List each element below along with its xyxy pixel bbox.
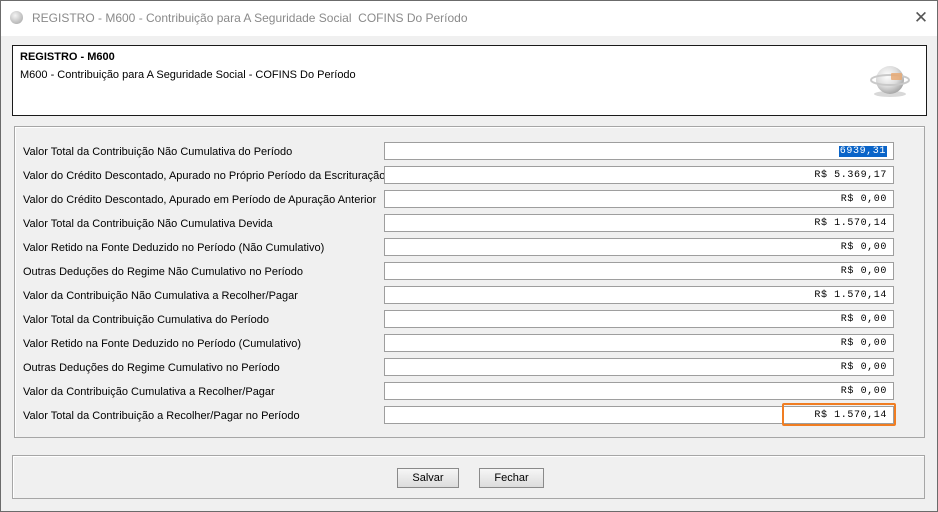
field-input-outras-deducoes-cumulativo[interactable]: R$ 0,00 [384, 358, 894, 376]
field-input-retido-fonte-cumulativo[interactable]: R$ 0,00 [384, 334, 894, 352]
field-row-retido-fonte-cumulativo: Valor Retido na Fonte Deduzido no Períod… [15, 334, 924, 354]
register-description: M600 - Contribuição para A Seguridade So… [20, 69, 356, 81]
field-input-nao-cumulativa-devida[interactable]: R$ 1.570,14 [384, 214, 894, 232]
field-label: Valor Total da Contribuição a Recolher/P… [23, 410, 300, 422]
field-row-nao-cumulativa-devida: Valor Total da Contribuição Não Cumulati… [15, 214, 924, 234]
field-input-credito-periodo-anterior[interactable]: R$ 0,00 [384, 190, 894, 208]
field-label: Outras Deduções do Regime Cumulativo no … [23, 362, 280, 374]
header-panel: REGISTRO - M600 M600 - Contribuição para… [12, 45, 927, 116]
field-label: Valor Total da Contribuição Não Cumulati… [23, 218, 273, 230]
field-row-retido-fonte-nao-cumulativo: Valor Retido na Fonte Deduzido no Períod… [15, 238, 924, 258]
field-input-credito-proprio-periodo[interactable]: R$ 5.369,17 [384, 166, 894, 184]
field-row-total-nao-cumulativa: Valor Total da Contribuição Não Cumulati… [15, 142, 924, 162]
register-code: REGISTRO - M600 [20, 51, 115, 63]
field-label: Valor da Contribuição Não Cumulativa a R… [23, 290, 298, 302]
globe-logo-icon [870, 66, 910, 97]
field-input-cumulativa-recolher[interactable]: R$ 0,00 [384, 382, 894, 400]
field-row-outras-deducoes-nao-cumulativo: Outras Deduções do Regime Não Cumulativo… [15, 262, 924, 282]
registro-m600-window: REGISTRO - M600 - Contribuição para A Se… [0, 0, 938, 512]
field-label: Valor do Crédito Descontado, Apurado no … [23, 170, 386, 182]
field-label: Valor Retido na Fonte Deduzido no Períod… [23, 242, 325, 254]
window-title: REGISTRO - M600 - Contribuição para A Se… [32, 11, 468, 25]
field-row-total-recolher-periodo: Valor Total da Contribuição a Recolher/P… [15, 403, 924, 426]
field-row-outras-deducoes-cumulativo: Outras Deduções do Regime Cumulativo no … [15, 358, 924, 378]
field-input-total-cumulativa[interactable]: R$ 0,00 [384, 310, 894, 328]
field-input-nao-cumulativa-recolher[interactable]: R$ 1.570,14 [384, 286, 894, 304]
close-button[interactable]: Fechar [479, 468, 544, 488]
field-label: Valor Total da Contribuição Cumulativa d… [23, 314, 270, 326]
field-row-cumulativa-recolher: Valor da Contribuição Cumulativa a Recol… [15, 382, 924, 402]
field-row-total-cumulativa: Valor Total da Contribuição Cumulativa d… [15, 310, 924, 330]
field-row-credito-proprio-periodo: Valor do Crédito Descontado, Apurado no … [15, 166, 924, 186]
fields-panel: Valor Total da Contribuição Não Cumulati… [14, 126, 925, 438]
field-row-nao-cumulativa-recolher: Valor da Contribuição Não Cumulativa a R… [15, 286, 924, 306]
title-bar: REGISTRO - M600 - Contribuição para A Se… [1, 1, 937, 36]
field-label: Valor do Crédito Descontado, Apurado em … [23, 194, 377, 206]
field-input-outras-deducoes-nao-cumulativo[interactable]: R$ 0,00 [384, 262, 894, 280]
field-input-retido-fonte-nao-cumulativo[interactable]: R$ 0,00 [384, 238, 894, 256]
field-label: Outras Deduções do Regime Não Cumulativo… [23, 266, 304, 278]
field-label: Valor da Contribuição Cumulativa a Recol… [23, 386, 275, 398]
selected-text: 6939,31 [838, 146, 887, 157]
field-input-total-nao-cumulativa[interactable]: 6939,31 [384, 142, 894, 160]
field-row-credito-periodo-anterior: Valor do Crédito Descontado, Apurado em … [15, 190, 924, 210]
app-globe-icon [10, 11, 23, 24]
field-label: Valor Total da Contribuição Não Cumulati… [23, 146, 293, 158]
close-icon[interactable]: ✕ [912, 9, 930, 27]
button-panel: Salvar Fechar [12, 455, 925, 499]
field-label: Valor Retido na Fonte Deduzido no Períod… [23, 338, 302, 350]
field-input-total-recolher-periodo[interactable]: R$ 1.570,14 [384, 406, 894, 424]
save-button[interactable]: Salvar [397, 468, 459, 488]
